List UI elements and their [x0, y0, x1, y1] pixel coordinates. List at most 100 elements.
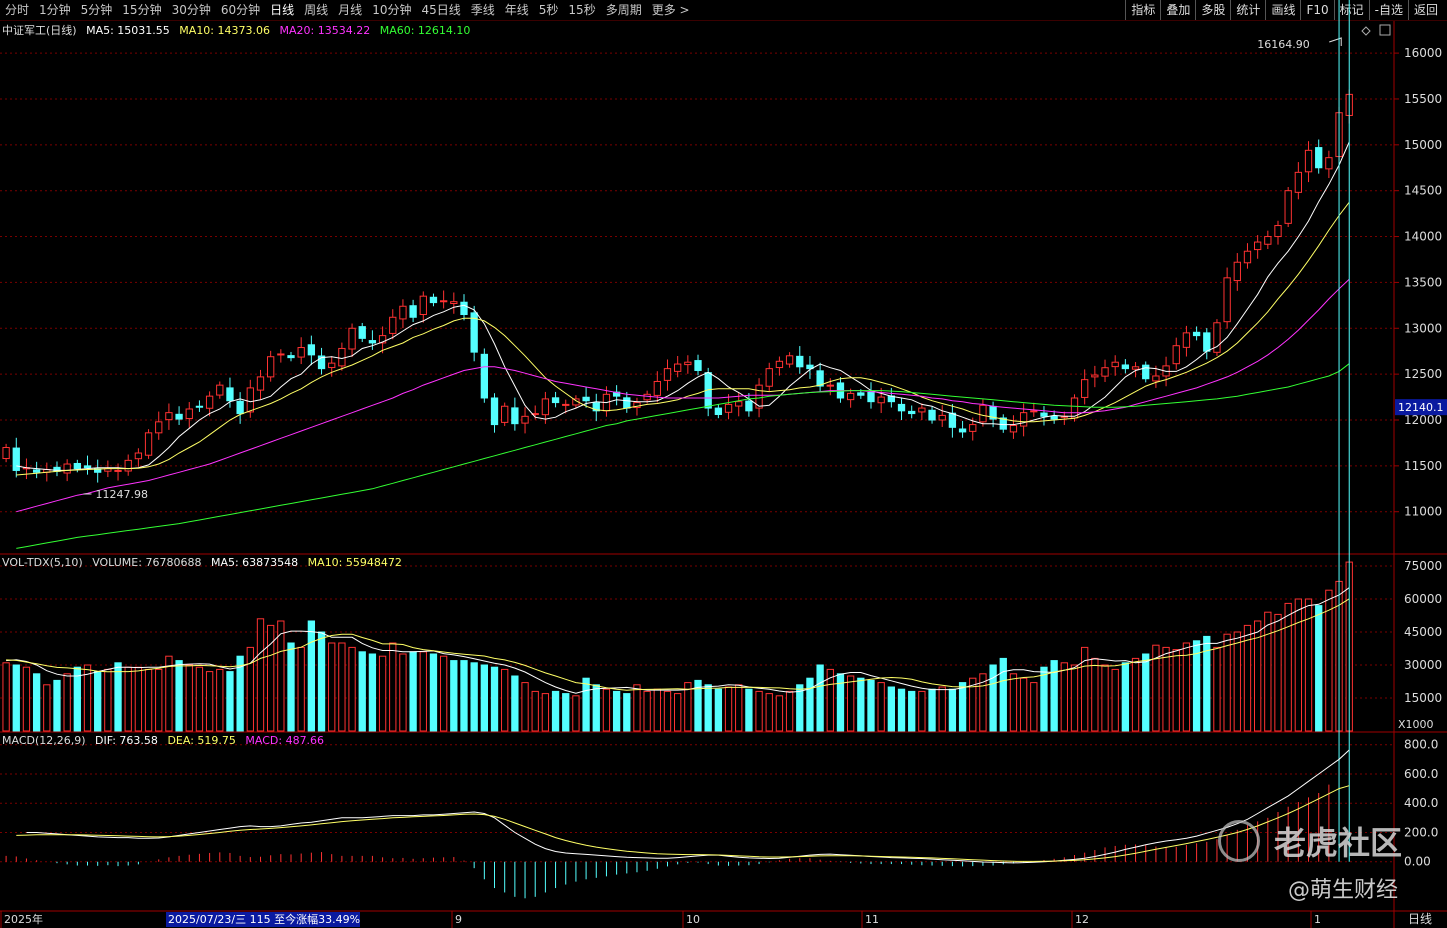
candle-body: [897, 403, 906, 412]
volume-legend: VOL-TDX(5,10) VOLUME: 76780688 MA5: 6387…: [2, 556, 408, 569]
volume-bar: [1162, 646, 1170, 732]
candle-body: [1009, 425, 1018, 433]
candle-body: [399, 305, 407, 320]
volume-bar: [490, 666, 499, 732]
x-axis-label: 12: [1075, 913, 1089, 926]
candle-body: [205, 395, 214, 409]
volume-bar: [897, 688, 906, 732]
candle-body: [1274, 225, 1282, 238]
candle-body: [1294, 171, 1303, 193]
candle-body: [134, 452, 143, 460]
candle-body: [826, 384, 834, 387]
macd-legend: MACD(12,26,9) DIF: 763.58 DEA: 519.75 MA…: [2, 734, 330, 747]
volume-bar: [104, 668, 112, 732]
candle-body: [1325, 157, 1333, 170]
volume-bar: [1182, 642, 1191, 732]
macd-tick-label: 400.0: [1404, 796, 1438, 810]
candle-body: [1030, 410, 1038, 413]
candle-body: [358, 326, 366, 339]
volume-bar: [1142, 653, 1150, 732]
candle-body: [63, 463, 71, 474]
candle-body: [409, 305, 417, 318]
macd-tick-label: 200.0: [1404, 825, 1438, 839]
candle-body: [307, 344, 316, 356]
volume-bar: [32, 673, 41, 732]
candle-body: [429, 296, 438, 304]
tiger-logo-icon: [1218, 820, 1260, 862]
dif-label: DIF: 763.58: [95, 734, 158, 747]
candle-body: [348, 327, 356, 350]
dea-label: DEA: 519.75: [167, 734, 236, 747]
candle-body: [246, 387, 254, 413]
volume-bar: [185, 664, 193, 732]
volume-bar: [338, 642, 346, 732]
volume-bar: [1070, 664, 1079, 732]
volume-bar: [511, 675, 519, 732]
x-axis-label: 2025年: [4, 912, 43, 926]
candle-body: [338, 347, 346, 367]
candle-body: [562, 403, 570, 406]
volume-bar: [836, 673, 845, 732]
price-tick-label: 11500: [1404, 459, 1442, 473]
volume-bar: [134, 666, 143, 732]
candle-body: [114, 469, 122, 472]
volume-unit-label: X1000: [1398, 718, 1434, 731]
candle-body: [1253, 241, 1262, 251]
volume-bar: [368, 653, 377, 732]
volume-bar: [989, 664, 997, 732]
volume-bar: [378, 655, 387, 732]
volume-bar: [663, 690, 672, 732]
candle-body: [236, 400, 244, 415]
volume-bar: [928, 688, 936, 732]
volume-bar: [1101, 664, 1109, 732]
candle-body: [1182, 332, 1191, 348]
price-tick-label: 13500: [1404, 275, 1442, 289]
volume-bar: [612, 690, 621, 732]
price-tick-label: 14000: [1404, 230, 1442, 244]
volume-tick-label: 45000: [1404, 625, 1442, 639]
volume-bar: [1294, 598, 1303, 732]
candle-body: [745, 400, 753, 412]
candle-body: [1131, 366, 1140, 370]
macd-tick-label: 800.0: [1404, 738, 1438, 752]
volume-bar: [1009, 673, 1018, 732]
candle-body: [1304, 149, 1313, 173]
candle-body: [439, 300, 448, 303]
price-tick-label: 15500: [1404, 92, 1442, 106]
volume-bar: [562, 693, 570, 732]
volume-bar: [1091, 657, 1099, 732]
candle-body: [653, 380, 661, 396]
candle-body: [144, 432, 153, 456]
candle-body: [256, 376, 265, 391]
volume-bar: [1131, 657, 1140, 732]
volume-bar: [1284, 602, 1292, 732]
candle-body: [1050, 415, 1058, 420]
candle-body: [714, 407, 723, 415]
candle-body: [185, 408, 193, 420]
volume-bar: [277, 620, 285, 732]
candle-body: [877, 396, 885, 404]
candle-body: [1243, 250, 1252, 264]
watermark-brand: 老虎社区: [1274, 824, 1403, 862]
candle-body: [1192, 331, 1201, 337]
price-tick-label: 13000: [1404, 321, 1442, 335]
volume-bar: [806, 677, 814, 732]
volume-bar: [785, 690, 794, 732]
volume-bar: [1030, 682, 1038, 732]
candle-body: [1081, 379, 1089, 398]
candle-body: [541, 398, 550, 416]
candle-body: [165, 412, 173, 421]
price-tick-label: 16000: [1404, 46, 1442, 60]
volume-tick-label: 15000: [1404, 691, 1442, 705]
candle-body: [297, 347, 305, 358]
candle-body: [816, 370, 824, 387]
volume-bar: [572, 695, 580, 732]
price-legend: 中证军工(日线) MA5: 15031.55 MA10: 14373.06 MA…: [2, 22, 476, 38]
volume-bar: [307, 620, 316, 732]
volume-bar: [653, 688, 661, 732]
price-tick-label: 11000: [1404, 505, 1442, 519]
volume-bar: [43, 684, 51, 732]
volume-bar: [846, 675, 855, 732]
volume-bar: [867, 679, 875, 732]
candle-body: [480, 353, 488, 399]
